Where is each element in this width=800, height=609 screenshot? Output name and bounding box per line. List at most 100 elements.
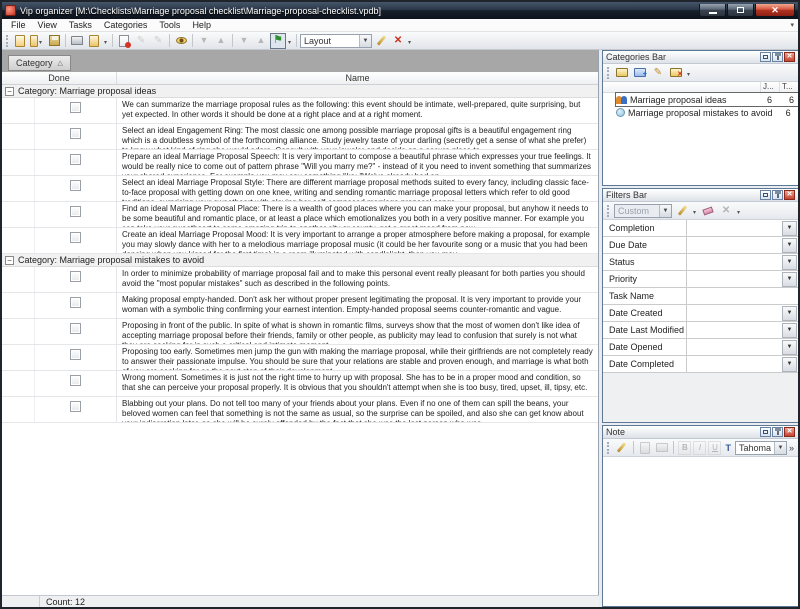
delete-category-button[interactable]: ✕	[668, 65, 684, 81]
column-header-name[interactable]: Name	[117, 72, 598, 84]
font-combobox[interactable]: Tahoma ▼	[735, 441, 787, 455]
complete-task-button[interactable]: ▼	[236, 33, 252, 49]
close-button[interactable]: ✕	[755, 4, 795, 17]
bold-button[interactable]: B	[678, 441, 691, 455]
flags-overflow-chevron[interactable]: ▾	[287, 35, 293, 46]
task-row[interactable]: Blabbing out your plans. Do not tell too…	[2, 397, 598, 423]
print-note-button[interactable]	[655, 440, 670, 456]
filter-dropdown-button[interactable]: ▼	[782, 306, 797, 321]
panel-pin-button[interactable]	[772, 427, 783, 437]
panel-restore-button[interactable]	[760, 52, 771, 62]
task-checkbox[interactable]	[70, 102, 81, 113]
toolbar-grip[interactable]	[607, 205, 610, 217]
filters-overflow-chevron[interactable]: ▾	[736, 205, 742, 216]
task-row[interactable]: Prepare an ideal Marriage Proposal Speec…	[2, 150, 598, 176]
filter-preset-combobox[interactable]: Custom ▼	[614, 204, 672, 218]
task-checkbox[interactable]	[70, 206, 81, 217]
add-category-button[interactable]	[614, 65, 630, 81]
collapse-icon[interactable]: −	[5, 87, 14, 96]
save-button[interactable]	[46, 33, 62, 49]
filter-preset-dropdown[interactable]: ▼	[659, 205, 671, 217]
task-checkbox[interactable]	[70, 401, 81, 412]
filter-value-field[interactable]	[687, 356, 782, 372]
filter-value-field[interactable]	[687, 254, 782, 270]
task-row[interactable]: Select an ideal Marriage Proposal Style:…	[2, 176, 598, 202]
categories-col-j[interactable]: J...	[760, 82, 779, 92]
panel-restore-button[interactable]	[760, 427, 771, 437]
filter-dropdown-button[interactable]: ▼	[782, 357, 797, 372]
group-header[interactable]: − Category: Marriage proposal ideas	[2, 85, 598, 98]
layout-combobox[interactable]: Layout ▼	[300, 34, 372, 48]
menu-view[interactable]: View	[32, 19, 63, 31]
print-button[interactable]	[69, 33, 85, 49]
filter-dropdown-button[interactable]: ▼	[782, 238, 797, 253]
italic-button[interactable]: I	[693, 441, 706, 455]
toolbar-grip[interactable]	[6, 35, 9, 47]
filter-dropdown-button[interactable]: ▼	[782, 255, 797, 270]
menu-tools[interactable]: Tools	[153, 19, 186, 31]
print-overflow-chevron[interactable]: ▾	[103, 35, 109, 46]
filter-dropdown-button[interactable]: ▼	[782, 340, 797, 355]
task-checkbox[interactable]	[70, 180, 81, 191]
task-row[interactable]: We can summarize the marriage proposal r…	[2, 98, 598, 124]
collapse-icon[interactable]: −	[5, 256, 14, 265]
task-row[interactable]: Create an ideal Marriage Proposal Mood: …	[2, 228, 598, 254]
category-item[interactable]: Marriage proposal mistakes to avoid 6 6	[603, 106, 798, 119]
group-header[interactable]: − Category: Marriage proposal mistakes t…	[2, 254, 598, 267]
font-dropdown-button[interactable]: ▼	[774, 442, 786, 454]
insert-image-button[interactable]	[638, 440, 653, 456]
layout-dropdown-button[interactable]: ▼	[359, 35, 371, 47]
toolbar-grip[interactable]	[607, 442, 610, 454]
category-item[interactable]: Marriage proposal ideas 6 6	[603, 93, 798, 106]
apply-layout-button[interactable]	[373, 33, 389, 49]
task-checkbox[interactable]	[70, 323, 81, 334]
panel-pin-button[interactable]	[772, 190, 783, 200]
panel-pin-button[interactable]	[772, 52, 783, 62]
categories-overflow-chevron[interactable]: ▾	[686, 67, 692, 78]
new-document-button[interactable]	[12, 33, 28, 49]
task-row[interactable]: Wrong moment. Sometimes it is just not t…	[2, 371, 598, 397]
filter-value-field[interactable]	[687, 237, 782, 253]
maximize-button[interactable]	[727, 4, 754, 17]
reopen-task-button[interactable]: ▲	[253, 33, 269, 49]
filter-value-field[interactable]	[687, 305, 782, 321]
filter-text-input[interactable]	[687, 288, 798, 304]
edit-task-button[interactable]: ✎	[133, 33, 149, 49]
minimize-button[interactable]	[699, 4, 726, 17]
filter-value-field[interactable]	[687, 271, 782, 287]
edit-note-button[interactable]	[614, 440, 629, 456]
delete-filter-button[interactable]: ✕	[718, 203, 734, 219]
task-row[interactable]: Making proposal empty-handed. Don't ask …	[2, 293, 598, 319]
filter-dropdown-button[interactable]: ▼	[782, 272, 797, 287]
categories-col-t[interactable]: T...	[779, 82, 798, 92]
move-down-button[interactable]: ▼	[196, 33, 212, 49]
task-checkbox[interactable]	[70, 128, 81, 139]
panel-restore-button[interactable]	[760, 190, 771, 200]
flag-view-button[interactable]: ⚑	[270, 33, 286, 49]
toolbar-grip[interactable]	[607, 67, 610, 79]
apply-filter-chevron[interactable]: ▾	[692, 205, 698, 216]
toolbar-overflow-chevron[interactable]: ▾	[790, 21, 798, 29]
task-checkbox[interactable]	[70, 232, 81, 243]
note-text-area[interactable]	[603, 457, 798, 606]
add-task-button[interactable]	[116, 33, 132, 49]
task-row[interactable]: In order to minimize probability of marr…	[2, 267, 598, 293]
filter-dropdown-button[interactable]: ▼	[782, 323, 797, 338]
move-up-button[interactable]: ▲	[213, 33, 229, 49]
add-subcategory-button[interactable]: +	[632, 65, 648, 81]
delete-layout-button[interactable]: ✕	[390, 33, 406, 49]
task-checkbox[interactable]	[70, 349, 81, 360]
filter-value-field[interactable]	[687, 220, 782, 236]
task-row[interactable]: Proposing too early. Sometimes men jump …	[2, 345, 598, 371]
panel-close-button[interactable]: ✕	[784, 52, 795, 62]
clear-filter-button[interactable]	[700, 203, 716, 219]
filter-value-field[interactable]	[687, 322, 782, 338]
print-preview-button[interactable]	[86, 33, 102, 49]
menu-categories[interactable]: Categories	[98, 19, 154, 31]
task-row[interactable]: Find an ideal Marriage Proposal Place: T…	[2, 202, 598, 228]
column-header-done[interactable]: Done	[2, 72, 117, 84]
filter-value-field[interactable]	[687, 339, 782, 355]
note-toolbar-overflow[interactable]: »	[789, 443, 796, 453]
menu-tasks[interactable]: Tasks	[63, 19, 98, 31]
filter-dropdown-button[interactable]: ▼	[782, 221, 797, 236]
